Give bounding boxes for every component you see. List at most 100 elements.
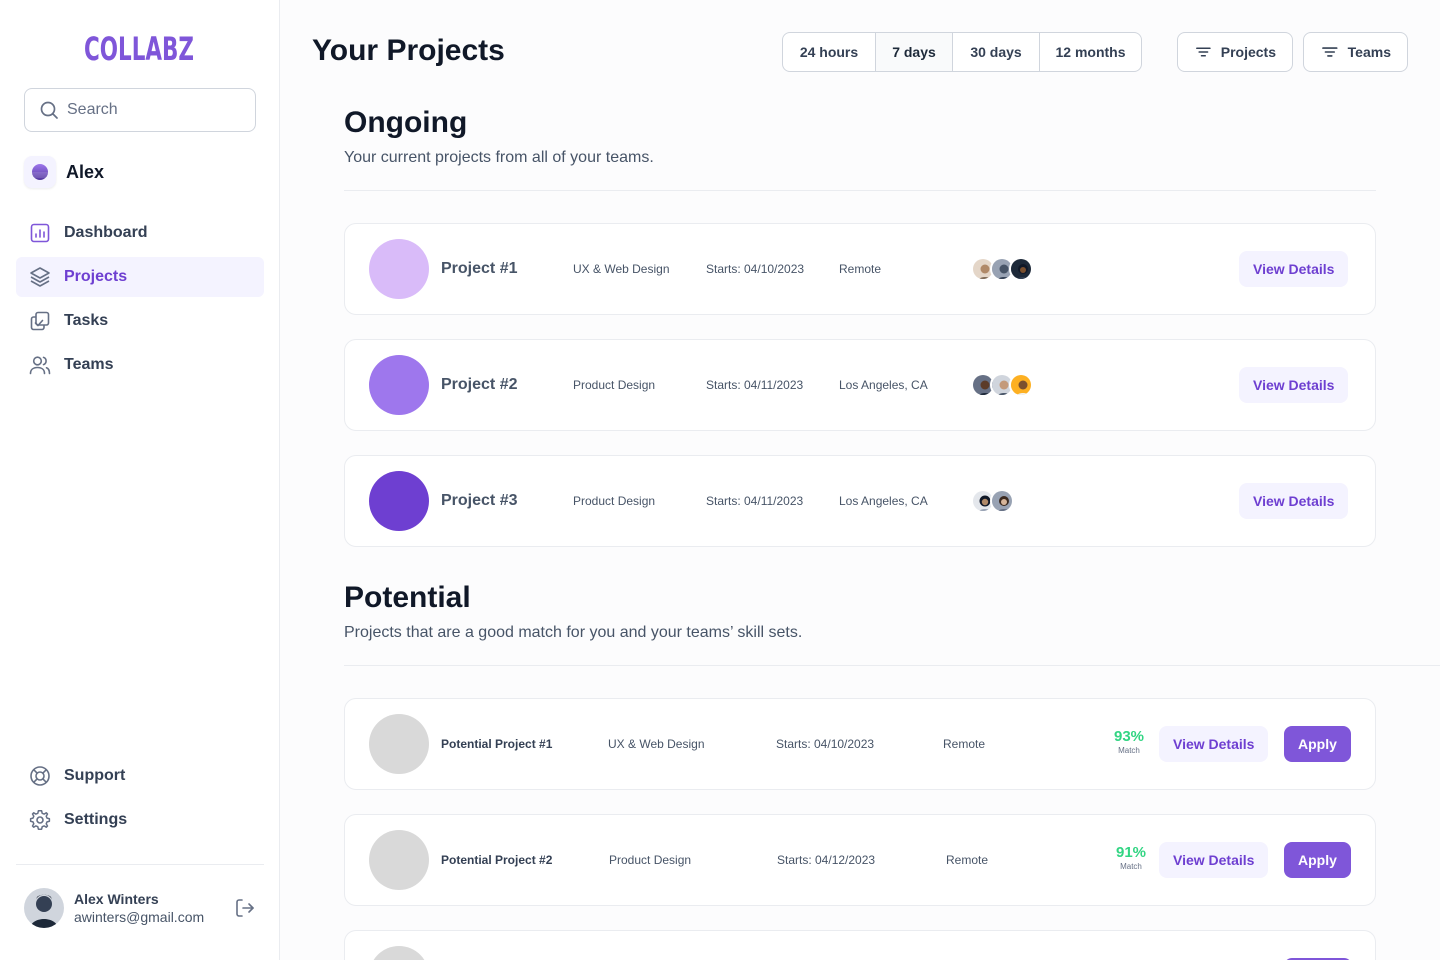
project-start-date: Starts: 04/11/2023 [706,378,804,392]
workspace-user-name: Alex [66,161,105,182]
project-avatar [369,714,429,774]
team-member-avatar [990,489,1014,513]
life-buoy-icon [30,766,50,786]
workspace-user[interactable]: Alex [24,156,104,188]
users-icon [29,356,51,375]
sidebar-divider [16,864,264,865]
match-score: 93% Match [1109,729,1149,757]
apply-button[interactable]: Apply [1284,726,1351,762]
match-percent: 91% [1115,844,1147,861]
nav-label: Tasks [64,312,109,329]
match-label: Match [1120,862,1142,871]
team-avatar-group[interactable] [971,257,1033,281]
project-card: Project #3 Product Design Starts: 04/11/… [344,455,1376,547]
range-12-months[interactable]: 12 months [1040,33,1141,71]
project-avatar [369,830,429,890]
logo-wordmark: COLLABZ [84,30,194,68]
ongoing-subtitle: Your current projects from all of your t… [344,149,654,166]
team-member-avatar [1009,373,1033,397]
svg-text:COLLABZ: COLLABZ [84,30,194,66]
collabz-logo[interactable]: COLLABZ [84,30,196,68]
potential-title: Potential [344,581,471,614]
gear-icon [29,810,51,830]
project-card: Project #2 Product Design Starts: 04/11/… [344,339,1376,431]
range-24-hours[interactable]: 24 hours [783,33,876,71]
nav-item-projects[interactable]: Projects [16,257,264,297]
project-name: Potential Project #2 [441,853,553,867]
project-location: Los Angeles, CA [839,378,928,392]
project-name: Project #2 [441,376,518,393]
nav-item-support[interactable]: Support [16,756,264,796]
project-avatar [369,355,429,415]
project-location: Remote [946,853,989,867]
search-icon [40,101,58,119]
nav-label: Settings [64,811,128,828]
nav-label: Support [64,767,126,784]
view-details-button[interactable]: View Details [1239,251,1349,287]
search-input[interactable] [67,101,247,119]
project-name: Potential Project #1 [441,737,553,751]
potential-subtitle: Projects that are a good match for you a… [344,624,803,641]
teams-filter-button[interactable]: Teams [1303,32,1408,72]
potential-project-card: Potential Project #1 UX & Web Design Sta… [344,698,1376,790]
search-box[interactable] [24,88,256,132]
layers-icon [30,267,50,287]
project-avatar [369,239,429,299]
account-name: Alex Winters [74,891,159,907]
potential-project-card: Potential Project #2 Product Design Star… [344,814,1376,906]
nav-label: Projects [64,268,128,285]
date-range-selector: 24 hours 7 days 30 days 12 months [782,32,1142,72]
account-avatar[interactable] [24,888,64,928]
view-details-button[interactable]: View Details [1239,483,1349,519]
project-category: UX & Web Design [608,737,705,751]
logout-icon[interactable] [234,897,256,919]
projects-filter-button[interactable]: Projects [1177,32,1293,72]
match-percent: 93% [1113,728,1145,745]
section-divider [344,190,1376,191]
view-details-button[interactable]: View Details [1239,367,1349,403]
project-start-date: Starts: 04/10/2023 [706,262,805,276]
project-start-date: Starts: 04/11/2023 [706,494,804,508]
project-start-date: Starts: 04/10/2023 [776,737,875,751]
bar-chart-icon [30,223,50,243]
ongoing-title: Ongoing [344,106,468,139]
main-nav: Dashboard Projects Tasks Teams [16,213,264,389]
nav-item-settings[interactable]: Settings [16,800,264,840]
nav-item-tasks[interactable]: Tasks [16,301,264,341]
project-category: Product Design [609,853,692,867]
team-avatar-group[interactable] [971,489,1014,513]
project-location: Remote [839,262,882,276]
project-avatar [369,946,429,960]
project-avatar [369,471,429,531]
filter-lines-icon [1196,47,1211,57]
nav-item-teams[interactable]: Teams [16,345,264,385]
potential-project-card-partial [344,930,1376,960]
nav-item-dashboard[interactable]: Dashboard [16,213,264,253]
nav-label: Dashboard [64,224,148,241]
view-details-button[interactable]: View Details [1159,726,1269,762]
account-panel: Alex Winters awinters@gmail.com [24,888,264,928]
filter-label: Teams [1347,44,1391,60]
range-30-days[interactable]: 30 days [953,33,1040,71]
section-divider [344,665,1440,666]
nav-label: Teams [64,356,114,373]
project-location: Remote [943,737,986,751]
view-details-button[interactable]: View Details [1159,842,1269,878]
team-avatar-group[interactable] [971,373,1033,397]
match-score: 91% Match [1111,845,1151,873]
check-copy-icon [30,311,50,331]
project-name: Project #1 [441,260,518,277]
project-category: UX & Web Design [573,262,670,276]
project-category: Product Design [573,378,656,392]
project-card: Project #1 UX & Web Design Starts: 04/10… [344,223,1376,315]
apply-button[interactable]: Apply [1284,842,1351,878]
filter-label: Projects [1220,44,1276,60]
sidebar: COLLABZ Alex Dashboard Projects Tasks Te… [0,0,280,960]
user-orb-icon [24,156,56,188]
page-title: Your Projects [312,34,505,67]
project-location: Los Angeles, CA [839,494,928,508]
range-7-days[interactable]: 7 days [876,33,953,71]
secondary-nav: Support Settings [16,756,264,844]
project-category: Product Design [573,494,656,508]
account-email: awinters@gmail.com [74,909,205,925]
